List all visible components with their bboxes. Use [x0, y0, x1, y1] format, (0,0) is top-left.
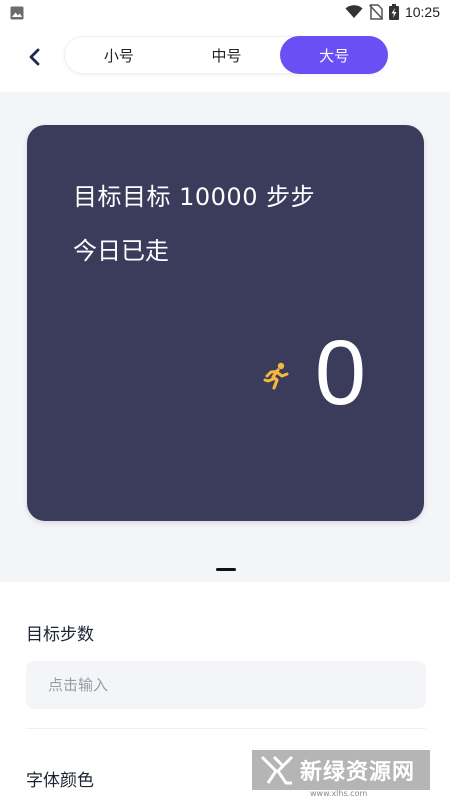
- chevron-left-icon: [29, 48, 40, 66]
- image-icon: [10, 6, 24, 20]
- status-right: 10:25: [345, 4, 440, 20]
- running-person-icon: [263, 362, 289, 390]
- widget-preview-area: 目标目标 10000 步步 今日已走 0: [0, 92, 450, 582]
- goal-text: 目标目标 10000 步步: [73, 183, 316, 211]
- font-color-label: 字体颜色: [26, 771, 94, 791]
- watermark: 新绿资源网: [252, 750, 430, 790]
- status-bar: 10:25: [0, 0, 450, 26]
- goal-steps-label: 目标步数: [26, 625, 94, 645]
- status-left: [10, 5, 24, 24]
- header: 小号 中号 大号: [0, 26, 450, 92]
- divider: [26, 728, 426, 729]
- battery-charging-icon: [388, 4, 399, 20]
- size-segmented-control: 小号 中号 大号: [64, 36, 389, 74]
- goal-steps-input[interactable]: [26, 661, 426, 709]
- wifi-icon: [345, 5, 363, 18]
- today-label: 今日已走: [73, 237, 169, 265]
- step-widget-card[interactable]: 目标目标 10000 步步 今日已走 0: [27, 125, 424, 521]
- tab-large[interactable]: 大号: [280, 36, 389, 74]
- status-time: 10:25: [404, 4, 440, 20]
- watermark-text: 新绿资源网: [300, 760, 416, 785]
- watermark-logo-icon: [260, 755, 294, 785]
- page-indicator: [216, 568, 236, 571]
- watermark-url: www.xlhs.com: [310, 789, 368, 798]
- step-count: 0: [314, 322, 366, 424]
- tab-small[interactable]: 小号: [65, 36, 173, 74]
- back-button[interactable]: [20, 42, 50, 72]
- no-sim-icon: [368, 4, 383, 20]
- tab-medium[interactable]: 中号: [173, 36, 281, 74]
